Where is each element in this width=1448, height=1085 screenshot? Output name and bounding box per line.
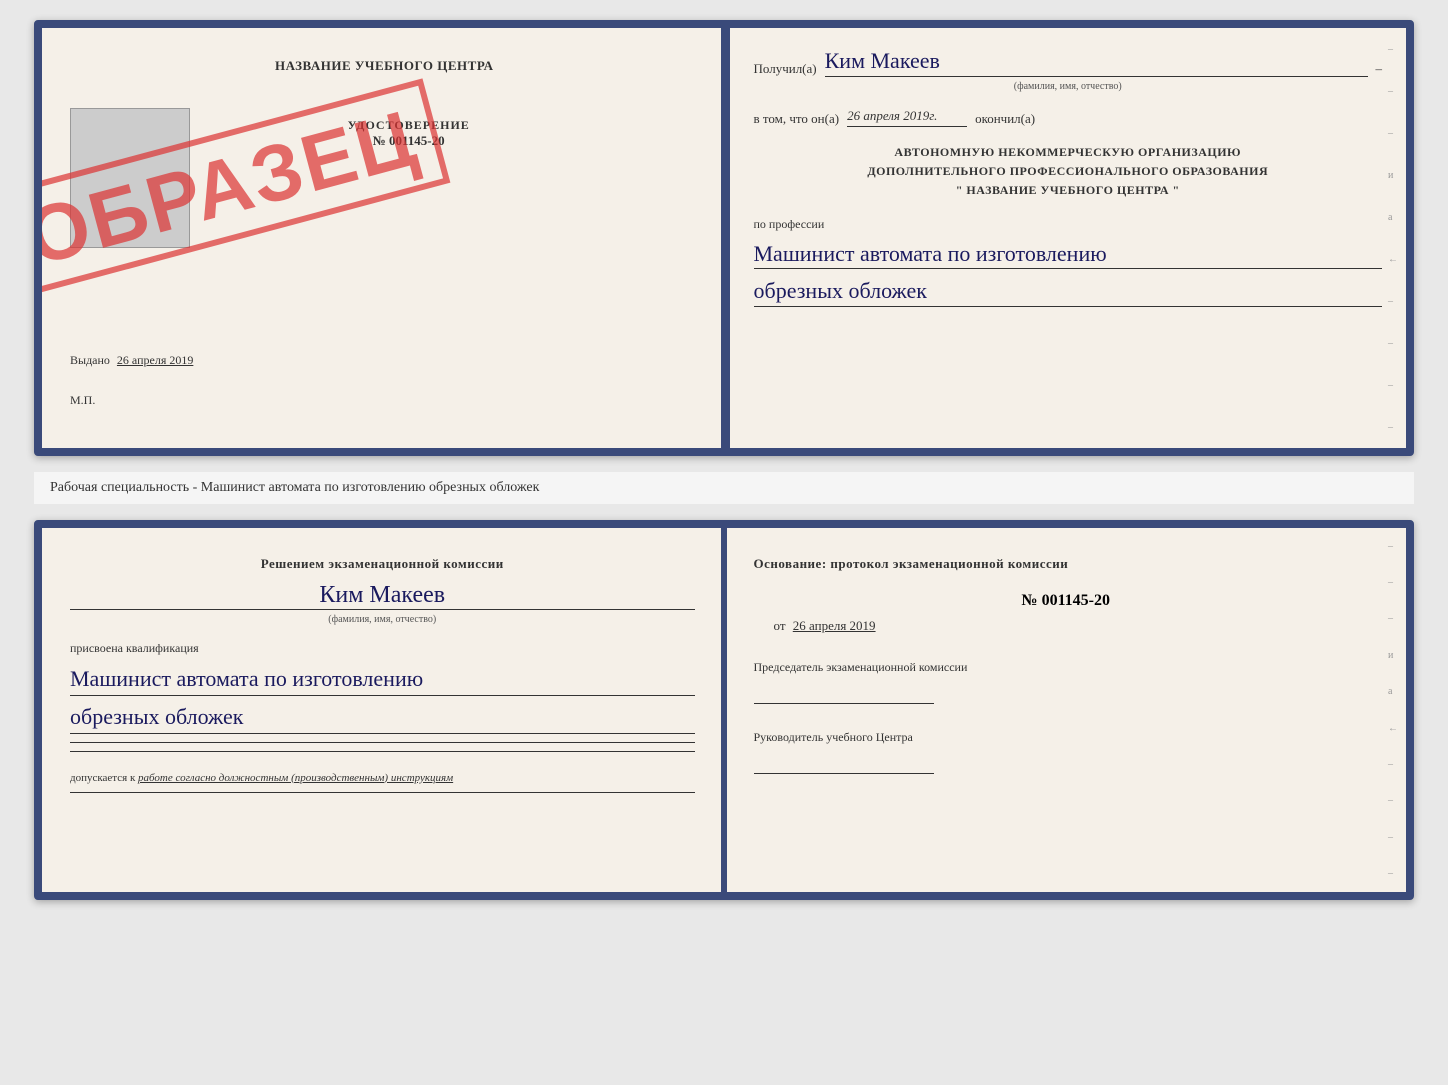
org-line1: АВТОНОМНУЮ НЕКОММЕРЧЕСКУЮ ОРГАНИЗАЦИЮ — [754, 143, 1383, 162]
resheniem-label: Решением экзаменационной комиссии — [70, 556, 695, 572]
ot-label: от — [774, 618, 786, 633]
profession-line1-bottom: Машинист автомата по изготовлению — [70, 664, 695, 696]
org-line2: ДОПОЛНИТЕЛЬНОГО ПРОФЕССИОНАЛЬНОГО ОБРАЗО… — [754, 162, 1383, 181]
poluchil-label: Получил(а) — [754, 61, 817, 77]
dopuskaetsya-label: допускается к — [70, 772, 135, 784]
top-doc-left: НАЗВАНИЕ УЧЕБНОГО ЦЕНТРА ОБРАЗЕЦ УДОСТОВ… — [42, 28, 730, 448]
top-document: НАЗВАНИЕ УЧЕБНОГО ЦЕНТРА ОБРАЗЕЦ УДОСТОВ… — [34, 20, 1414, 456]
vydano-row: Выдано 26 апреля 2019 — [70, 353, 699, 368]
profession-line2-top: обрезных обложек — [754, 277, 1383, 307]
rukovoditel-signature-line — [754, 750, 934, 774]
dopusk-text: работе согласно должностным (производств… — [138, 772, 453, 784]
side-dashes-bottom: –––иа←–––– — [1388, 528, 1398, 892]
org-line3: " НАЗВАНИЕ УЧЕБНОГО ЦЕНТРА " — [754, 181, 1383, 200]
osnovanie-label: Основание: протокол экзаменационной коми… — [754, 556, 1379, 572]
vtom-row: в том, что он(а) 26 апреля 2019г. окончи… — [754, 108, 1383, 127]
top-doc-right: Получил(а) Ким Макеев – (фамилия, имя, о… — [730, 28, 1407, 448]
fio-hint-top: (фамилия, имя, отчество) — [754, 81, 1383, 92]
rukovoditel-block: Руководитель учебного Центра — [754, 728, 1379, 774]
mp-label: М.П. — [70, 393, 95, 408]
bottom-doc-right: Основание: протокол экзаменационной коми… — [726, 528, 1407, 892]
separator-line3 — [70, 792, 695, 793]
okonchil-label: окончил(а) — [975, 111, 1035, 127]
side-dashes-top: –––иа←–––– — [1388, 28, 1398, 448]
doc-number: № 001145-20 — [348, 133, 470, 149]
recipient-name: Ким Макеев — [825, 48, 1368, 77]
ot-date: 26 апреля 2019 — [793, 618, 876, 633]
photo-placeholder — [70, 108, 190, 248]
vtom-label: в том, что он(а) — [754, 111, 840, 127]
rukovoditel-label: Руководитель учебного Центра — [754, 728, 1379, 746]
prisvoena-label: присвоена квалификация — [70, 641, 695, 656]
org-block: АВТОНОМНУЮ НЕКОММЕРЧЕСКУЮ ОРГАНИЗАЦИЮ ДО… — [754, 143, 1383, 201]
vydano-label: Выдано — [70, 353, 110, 367]
predsedatel-block: Председатель экзаменационной комиссии — [754, 658, 1379, 704]
dopuskaetsya-row: допускается к работе согласно должностны… — [70, 772, 695, 784]
vtom-date: 26 апреля 2019г. — [847, 108, 967, 127]
predsedatel-label: Председатель экзаменационной комиссии — [754, 658, 1379, 676]
protocol-number: № 001145-20 — [754, 592, 1379, 610]
profession-line2-bottom: обрезных обложек — [70, 702, 695, 734]
caption-bar: Рабочая специальность - Машинист автомат… — [34, 472, 1414, 504]
predsedatel-signature-line — [754, 680, 934, 704]
poluchil-row: Получил(а) Ким Макеев – — [754, 48, 1383, 77]
ot-date-row: от 26 апреля 2019 — [754, 618, 1379, 634]
separator-line1 — [70, 742, 695, 743]
caption-text: Рабочая специальность - Машинист автомат… — [50, 480, 539, 495]
bottom-name: Ким Макеев — [70, 582, 695, 610]
fio-hint-bottom: (фамилия, имя, отчество) — [70, 614, 695, 625]
udostoverenie-label: УДОСТОВЕРЕНИЕ — [348, 118, 470, 133]
bottom-document: Решением экзаменационной комиссии Ким Ма… — [34, 520, 1414, 900]
profession-line1-top: Машинист автомата по изготовлению — [754, 240, 1383, 270]
bottom-doc-left: Решением экзаменационной комиссии Ким Ма… — [42, 528, 726, 892]
po-professii-label: по профессии — [754, 217, 1383, 232]
udostoverenie-block: УДОСТОВЕРЕНИЕ № 001145-20 — [348, 118, 470, 149]
top-left-title: НАЗВАНИЕ УЧЕБНОГО ЦЕНТРА — [275, 58, 494, 74]
vydano-date: 26 апреля 2019 — [117, 353, 193, 367]
separator-line2 — [70, 751, 695, 752]
